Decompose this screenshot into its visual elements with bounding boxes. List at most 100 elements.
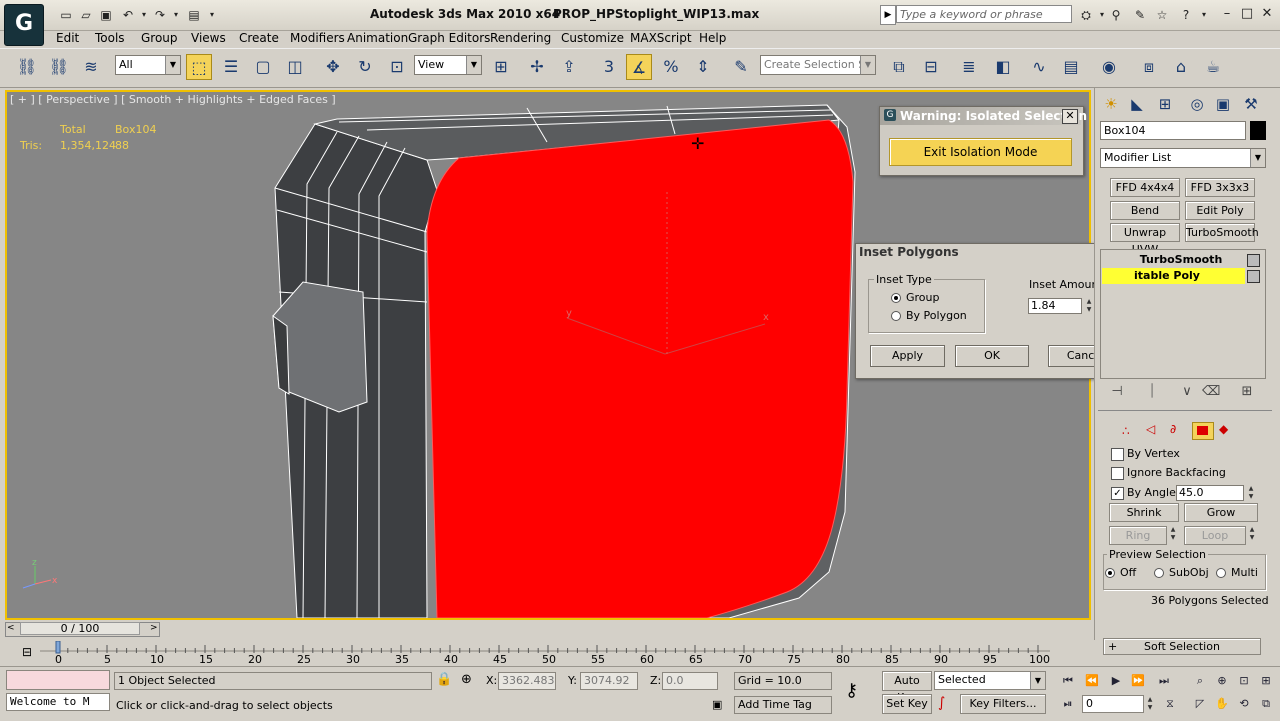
select-object-icon[interactable]: ⬚ <box>186 54 212 80</box>
favorites-icon[interactable]: ☆ <box>1154 7 1170 23</box>
rotate-icon[interactable]: ↻ <box>352 54 378 80</box>
motion-tab-icon[interactable]: ◎ <box>1186 93 1208 115</box>
keyboard-shortcut-override-icon[interactable]: ⇪ <box>556 54 582 80</box>
undo-dropdown-icon[interactable]: ▾ <box>136 7 152 23</box>
redo-dropdown-icon[interactable]: ▾ <box>168 7 184 23</box>
rectangular-selection-icon[interactable]: ▢ <box>250 54 276 80</box>
inset-type-group-radio[interactable] <box>891 293 901 303</box>
pivot-point-icon[interactable]: ⊞ <box>488 54 514 80</box>
menu-tools[interactable]: Tools <box>95 31 125 45</box>
by-angle-checkbox[interactable]: ✓ <box>1111 487 1124 500</box>
utilities-tab-icon[interactable]: ⚒ <box>1240 93 1262 115</box>
edit-named-selection-icon[interactable]: ✎ <box>728 54 754 80</box>
element-mode-icon[interactable]: ◆ <box>1219 422 1228 436</box>
grow-button[interactable]: Grow <box>1184 503 1258 522</box>
maxscript-listener-input[interactable]: Welcome to M <box>6 693 110 711</box>
create-tab-icon[interactable]: ☀ <box>1100 93 1122 115</box>
menu-edit[interactable]: Edit <box>56 31 79 45</box>
menu-help[interactable]: Help <box>699 31 726 45</box>
preview-multi-radio[interactable] <box>1216 568 1226 578</box>
modify-tab-icon[interactable]: ◣ <box>1126 93 1148 115</box>
curve-editor-icon[interactable]: ∿ <box>1026 54 1052 80</box>
menu-modifiers[interactable]: Modifiers <box>290 31 345 45</box>
key-filters-button[interactable]: Key Filters... <box>960 694 1046 714</box>
go-to-end-icon[interactable]: ⏭ <box>1154 672 1174 690</box>
object-color-swatch[interactable] <box>1250 121 1266 140</box>
communication-icon[interactable]: ✎ <box>1132 7 1148 23</box>
binoculars-icon[interactable]: ⛭ <box>1078 7 1094 23</box>
save-file-icon[interactable]: ▣ <box>98 7 114 23</box>
loop-spinner-arrows[interactable]: ▲ ▼ <box>1247 526 1257 545</box>
inset-amount-input[interactable]: 1.84 <box>1028 298 1082 314</box>
z-coord-field[interactable]: 0.0 <box>662 672 718 690</box>
menu-animation[interactable]: Animation <box>347 31 408 45</box>
mirror-icon[interactable]: ⧉ <box>886 54 912 80</box>
bind-space-warp-icon[interactable]: ≋ <box>78 54 104 80</box>
shrink-button[interactable]: Shrink <box>1109 503 1179 522</box>
move-icon[interactable]: ✥ <box>320 54 346 80</box>
make-unique-icon[interactable]: ∨ <box>1178 383 1196 401</box>
search-input[interactable]: Type a keyword or phrase <box>896 5 1072 23</box>
modifier-button-ffd333[interactable]: FFD 3x3x3 <box>1185 178 1255 197</box>
add-time-tag-button[interactable]: Add Time Tag <box>734 696 832 714</box>
soft-selection-rollout[interactable]: + Soft Selection <box>1103 638 1261 655</box>
by-angle-spinner-arrows[interactable]: ▲ ▼ <box>1246 485 1256 501</box>
zoom-all-icon[interactable]: ⊕ <box>1212 672 1232 690</box>
undo-icon[interactable]: ↶ <box>120 7 136 23</box>
spinner-snap-icon[interactable]: ⇕ <box>690 54 716 80</box>
key-tangent-icon[interactable]: ∫ <box>938 695 945 711</box>
time-configuration-icon[interactable]: ⧖ <box>1160 695 1180 713</box>
configure-modifier-sets-icon[interactable]: ⊞ <box>1238 383 1256 401</box>
menu-group[interactable]: Group <box>141 31 178 45</box>
inset-amount-spinner-arrows[interactable]: ▲ ▼ <box>1084 298 1094 314</box>
ignore-backfacing-checkbox[interactable] <box>1111 467 1124 480</box>
object-name-field[interactable]: Box104 <box>1100 121 1246 140</box>
pin-stack-icon[interactable]: ⊣ <box>1108 383 1126 401</box>
stack-toggle-editable-poly[interactable] <box>1247 270 1260 283</box>
snaps-toggle-icon[interactable]: 3 <box>596 54 622 80</box>
x-coord-field[interactable]: 3362.483 <box>498 672 556 690</box>
auto-key-button[interactable]: Auto Key <box>882 671 932 704</box>
time-slider-prev-icon[interactable]: < <box>7 623 15 633</box>
hierarchy-tab-icon[interactable]: ⊞ <box>1154 93 1176 115</box>
key-mode-toggle-icon[interactable]: ⏯ <box>1058 695 1078 713</box>
absolute-mode-icon[interactable]: ⊕ <box>461 672 472 687</box>
stack-item-editable-poly[interactable]: itable Poly <box>1102 268 1245 284</box>
angle-snap-icon[interactable]: ∡ <box>626 54 652 80</box>
loop-button[interactable]: Loop <box>1184 526 1246 545</box>
zoom-extents-all-icon[interactable]: ⊞ <box>1256 672 1276 690</box>
maximize-button[interactable]: □ <box>1238 6 1256 22</box>
preview-off-radio[interactable] <box>1105 568 1115 578</box>
isolation-dialog-close-button[interactable]: ✕ <box>1062 109 1078 124</box>
material-editor-icon[interactable]: ◉ <box>1096 54 1122 80</box>
layer-manager-icon[interactable]: ≣ <box>956 54 982 80</box>
by-vertex-checkbox[interactable] <box>1111 448 1124 461</box>
menu-rendering[interactable]: Rendering <box>490 31 551 45</box>
modifier-button-unwrap-uvw[interactable]: Unwrap UVW <box>1110 223 1180 256</box>
menu-create[interactable]: Create <box>239 31 279 45</box>
selection-filter-dropdown[interactable]: All ▼ <box>115 55 181 75</box>
open-file-icon[interactable]: ▱ <box>78 7 94 23</box>
minimize-button[interactable]: – <box>1218 6 1236 22</box>
schematic-view-icon[interactable]: ▤ <box>1058 54 1084 80</box>
current-frame-field[interactable]: 0 <box>1082 695 1144 713</box>
play-icon[interactable]: ▶ <box>1106 672 1126 690</box>
subscription-icon[interactable]: ⚲ <box>1108 7 1124 23</box>
app-logo-icon[interactable]: G <box>4 4 44 46</box>
reference-coordinate-dropdown[interactable]: View ▼ <box>414 55 482 75</box>
window-crossing-icon[interactable]: ◫ <box>282 54 308 80</box>
menu-maxscript[interactable]: MAXScript <box>630 31 692 45</box>
maxscript-listener-red[interactable] <box>6 670 110 690</box>
zoom-extents-icon[interactable]: ⊡ <box>1234 672 1254 690</box>
close-window-button[interactable]: ✕ <box>1258 6 1276 22</box>
new-file-icon[interactable]: ▭ <box>58 7 74 23</box>
render-setup-icon[interactable]: ⧈ <box>1136 54 1162 80</box>
set-key-button[interactable]: Set Key <box>882 694 932 714</box>
zoom-icon[interactable]: ⌕ <box>1190 672 1210 690</box>
help-dropdown-icon[interactable]: ▾ <box>1196 7 1212 23</box>
redo-icon[interactable]: ↷ <box>152 7 168 23</box>
current-frame-spinner-arrows[interactable]: ▲ ▼ <box>1145 696 1155 712</box>
field-of-view-icon[interactable]: ◸ <box>1190 695 1210 713</box>
unlink-icon[interactable]: ⛓ <box>46 54 72 80</box>
y-coord-field[interactable]: 3074.92 <box>580 672 638 690</box>
